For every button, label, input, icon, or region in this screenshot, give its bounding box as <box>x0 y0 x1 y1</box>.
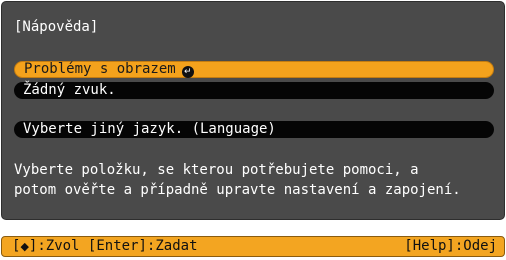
help-hint: [Help]:Odej <box>404 238 497 254</box>
enter-hint: [Enter]:Zadat <box>87 238 198 254</box>
nav-hint-label: ]:Zvol <box>28 238 80 254</box>
menu-item-no-sound[interactable]: Žádný zvuk. <box>14 82 494 99</box>
menu-item-label: Problémy s obrazem <box>24 61 176 77</box>
help-line: potom ověřte a případně upravte nastaven… <box>14 182 461 198</box>
enter-arrow-icon: ↵ <box>181 66 194 78</box>
help-description: Vyberte položku, se kterou potřebujete p… <box>14 160 461 200</box>
up-down-arrow-icon: ◆ <box>20 240 29 253</box>
menu-item-label: Vyberte jiný jazyk. (Language) <box>23 121 276 137</box>
menu-item-label: Žádný zvuk. <box>23 82 116 98</box>
help-line: Vyberte položku, se kterou potřebujete p… <box>14 162 419 178</box>
menu-item-image-problems[interactable]: Problémy s obrazem ↵ <box>14 61 494 78</box>
page-title: [Nápověda] <box>14 19 99 35</box>
status-hints: [◆]:Zvol [Enter]:Zadat <box>12 237 198 256</box>
help-panel: [Nápověda] Problémy s obrazem ↵ Žádný zvu… <box>1 1 505 220</box>
status-bar: [◆]:Zvol [Enter]:Zadat [Help]:Odej <box>1 236 505 257</box>
menu-item-language[interactable]: Vyberte jiný jazyk. (Language) <box>14 121 494 138</box>
